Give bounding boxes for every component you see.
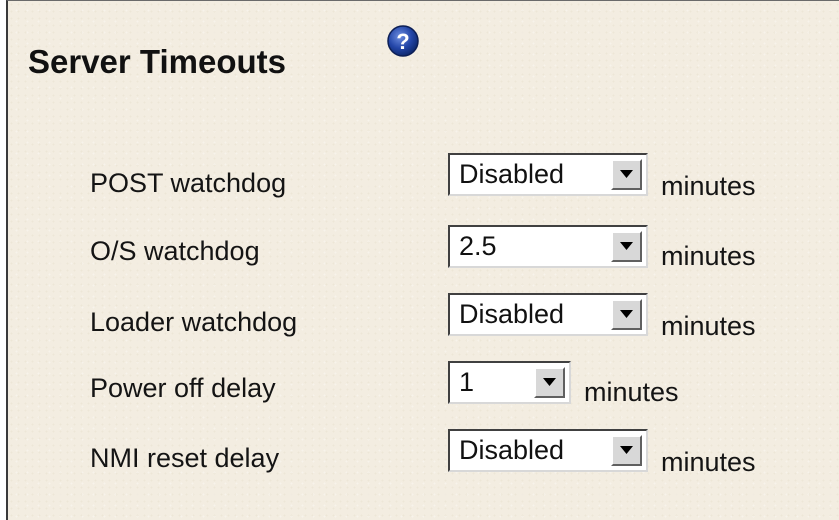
- chevron-down-icon[interactable]: [611, 231, 642, 262]
- nmi-reset-delay-select[interactable]: Disabled: [448, 429, 648, 472]
- chevron-down-icon[interactable]: [534, 367, 565, 398]
- os-watchdog-unit: minutes: [661, 241, 756, 271]
- post-watchdog-value: Disabled: [459, 159, 565, 189]
- chevron-down-icon[interactable]: [611, 299, 642, 330]
- loader-watchdog-value: Disabled: [459, 299, 565, 329]
- post-watchdog-unit: minutes: [661, 171, 756, 201]
- chevron-down-icon[interactable]: [611, 435, 642, 466]
- loader-watchdog-unit: minutes: [661, 311, 756, 341]
- nmi-reset-delay-value: Disabled: [459, 435, 565, 465]
- page-title: Server Timeouts: [28, 43, 287, 80]
- power-off-delay-unit: minutes: [584, 377, 679, 407]
- os-watchdog-value: 2.5: [459, 231, 497, 261]
- power-off-delay-select[interactable]: 1: [448, 361, 571, 404]
- post-watchdog-select[interactable]: Disabled: [448, 153, 648, 196]
- svg-text:?: ?: [396, 29, 409, 54]
- chevron-down-icon[interactable]: [611, 159, 642, 190]
- loader-watchdog-label: Loader watchdog: [90, 307, 298, 337]
- server-timeouts-panel: Server Timeouts ? POST watchdog Disabled…: [6, 0, 839, 520]
- nmi-reset-delay-label: NMI reset delay: [90, 443, 280, 473]
- os-watchdog-select[interactable]: 2.5: [448, 225, 648, 268]
- post-watchdog-label: POST watchdog: [90, 168, 287, 198]
- nmi-reset-delay-unit: minutes: [661, 447, 756, 477]
- power-off-delay-label: Power off delay: [90, 373, 276, 403]
- loader-watchdog-select[interactable]: Disabled: [448, 293, 648, 336]
- power-off-delay-value: 1: [459, 367, 475, 397]
- os-watchdog-label: O/S watchdog: [90, 236, 260, 266]
- help-icon[interactable]: ?: [386, 24, 420, 58]
